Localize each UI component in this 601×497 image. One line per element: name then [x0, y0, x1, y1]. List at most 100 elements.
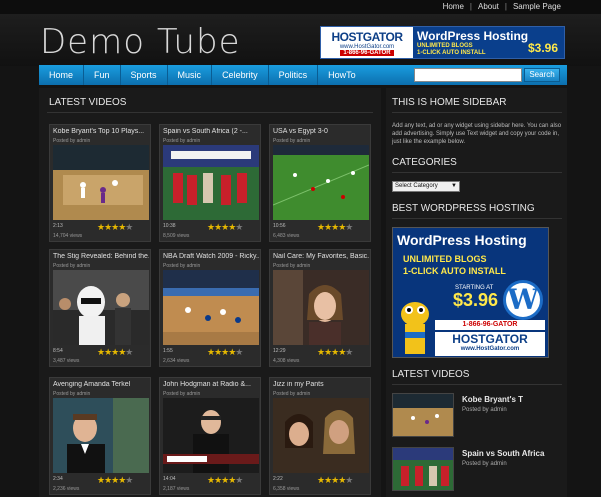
video-duration: 14:04 [163, 476, 176, 482]
hosting-ad-phone: 1-866-96-GATOR [435, 320, 545, 330]
video-views: 4,308 views [273, 358, 300, 364]
video-views: 3,487 views [53, 358, 80, 364]
video-posted-by: Posted by admin [273, 391, 311, 397]
video-thumbnail[interactable] [53, 145, 149, 220]
video-thumbnail[interactable] [53, 398, 149, 473]
separator: | [469, 2, 472, 11]
divider [392, 172, 562, 173]
video-posted-by: Posted by admin [53, 391, 91, 397]
category-select[interactable]: Select Category ▼ [392, 181, 460, 192]
video-posted-by: Posted by admin [53, 263, 91, 269]
header-ad-text-block: WordPress Hosting UNLIMITED BLOGS 1-CLIC… [413, 27, 564, 58]
video-card[interactable]: Nail Care: My Favorites, Basic... Posted… [269, 249, 371, 367]
sidebar-video-title[interactable]: Spain vs South Africa [462, 449, 544, 458]
video-duration: 2:34 [53, 476, 63, 482]
video-views: 6,483 views [273, 233, 300, 239]
top-link-home[interactable]: Home [443, 2, 464, 11]
divider [392, 384, 562, 385]
site-logo[interactable]: Demo Tube [40, 22, 240, 62]
hosting-ad-url: www.HostGator.com [460, 346, 520, 352]
video-duration: 8:54 [53, 348, 63, 354]
video-card[interactable]: Kobe Bryant's Top 10 Plays... Posted by … [49, 124, 151, 242]
video-title[interactable]: Nail Care: My Favorites, Basic... [273, 253, 369, 260]
nav-item-music[interactable]: Music [168, 65, 213, 85]
video-card[interactable]: USA vs Egypt 3-0 Posted by admin 10:56 ★… [269, 124, 371, 242]
video-views: 2,634 views [163, 358, 190, 364]
sidebar-video-thumbnail[interactable] [392, 393, 454, 437]
sidebar-video-title[interactable]: Kobe Bryant's T [462, 395, 523, 404]
divider [392, 112, 562, 113]
sidebar-home-text: Add any text, ad or any widget using sid… [392, 123, 562, 145]
video-title[interactable]: Spain vs South Africa (2 -... [163, 128, 259, 135]
rating-stars: ★★★★★ [317, 475, 353, 485]
video-duration: 12:29 [273, 348, 286, 354]
video-duration: 10:38 [163, 223, 176, 229]
video-posted-by: Posted by admin [163, 391, 201, 397]
video-card[interactable]: Jizz in my Pants Posted by admin 2:22 ★★… [269, 377, 371, 495]
video-views: 2,236 views [53, 486, 80, 492]
top-link-sample-page[interactable]: Sample Page [513, 2, 561, 11]
video-card[interactable]: The Stig Revealed: Behind the... Posted … [49, 249, 151, 367]
sidebar-video-thumbnail[interactable] [392, 447, 454, 491]
sidebar-video-item[interactable]: Spain vs South Africa Posted by admin [392, 447, 562, 493]
sidebar-video-item[interactable]: Kobe Bryant's T Posted by admin [392, 393, 562, 439]
header-ad-brand: HOSTGATOR [331, 29, 403, 44]
nav-item-sports[interactable]: Sports [121, 65, 168, 85]
categories-title: CATEGORIES [392, 157, 457, 168]
hosting-ad-brand: HOSTGATOR [452, 332, 528, 346]
video-card[interactable]: John Hodgman at Radio &... Posted by adm… [159, 377, 261, 495]
main-content: LATEST VIDEOS Kobe Bryant's Top 10 Plays… [39, 88, 381, 497]
video-title[interactable]: Kobe Bryant's Top 10 Plays... [53, 128, 149, 135]
search-input[interactable] [414, 68, 522, 82]
rating-stars: ★★★★★ [97, 475, 133, 485]
sidebar-latest-title: LATEST VIDEOS [392, 369, 470, 380]
video-thumbnail[interactable] [53, 270, 149, 345]
header-ad-banner[interactable]: HOSTGATOR www.HostGator.com 1-866-96-GAT… [320, 26, 565, 59]
hosting-ad-brand-block: HOSTGATOR www.HostGator.com [435, 332, 545, 356]
wordpress-logo-icon: W [503, 280, 543, 320]
video-views: 14,704 views [53, 233, 83, 239]
gator-mascot-icon [401, 302, 429, 354]
nav-item-fun[interactable]: Fun [84, 65, 121, 85]
video-thumbnail[interactable] [163, 145, 259, 220]
search-button[interactable]: Search [524, 68, 560, 82]
top-link-about[interactable]: About [478, 2, 499, 11]
rating-stars: ★★★★★ [207, 475, 243, 485]
video-title[interactable]: The Stig Revealed: Behind the... [53, 253, 149, 260]
nav-item-celebrity[interactable]: Celebrity [212, 65, 269, 85]
video-title[interactable]: Avenging Amanda Terkel [53, 381, 149, 388]
latest-videos-heading: LATEST VIDEOS [49, 97, 127, 108]
sidebar-home-title: THIS IS HOME SIDEBAR [392, 97, 507, 108]
video-thumbnail[interactable] [273, 145, 369, 220]
video-thumbnail[interactable] [163, 270, 259, 345]
video-duration: 2:13 [53, 223, 63, 229]
hosting-title: BEST WORDPRESS HOSTING [392, 203, 535, 214]
video-card[interactable]: Avenging Amanda Terkel Posted by admin 2… [49, 377, 151, 495]
nav-item-politics[interactable]: Politics [269, 65, 319, 85]
nav-item-howto[interactable]: HowTo [318, 65, 366, 85]
hosting-ad[interactable]: WordPress Hosting UNLIMITED BLOGS 1-CLIC… [392, 227, 549, 358]
hosting-ad-line1: UNLIMITED BLOGS [403, 254, 487, 264]
sidebar-video-posted-by: Posted by admin [462, 407, 507, 413]
divider [47, 112, 373, 113]
video-views: 2,187 views [163, 486, 190, 492]
video-title[interactable]: NBA Draft Watch 2009 - Ricky... [163, 253, 259, 260]
rating-stars: ★★★★★ [317, 347, 353, 357]
header-ad-brand-block: HOSTGATOR www.HostGator.com 1-866-96-GAT… [321, 27, 413, 58]
video-thumbnail[interactable] [273, 398, 369, 473]
header-ad-phone: 1-866-96-GATOR [340, 49, 394, 56]
nav-item-home[interactable]: Home [39, 65, 85, 85]
video-card[interactable]: Spain vs South Africa (2 -... Posted by … [159, 124, 261, 242]
video-title[interactable]: USA vs Egypt 3-0 [273, 128, 369, 135]
top-links: Home | About | Sample Page [443, 2, 561, 11]
video-title[interactable]: Jizz in my Pants [273, 381, 369, 388]
video-posted-by: Posted by admin [273, 263, 311, 269]
video-card[interactable]: NBA Draft Watch 2009 - Ricky... Posted b… [159, 249, 261, 367]
rating-stars: ★★★★★ [207, 347, 243, 357]
sidebar: THIS IS HOME SIDEBAR Add any text, ad or… [386, 88, 567, 497]
video-thumbnail[interactable] [273, 270, 369, 345]
video-views: 8,509 views [163, 233, 190, 239]
sidebar-video-posted-by: Posted by admin [462, 461, 507, 467]
video-thumbnail[interactable] [163, 398, 259, 473]
video-title[interactable]: John Hodgman at Radio &... [163, 381, 259, 388]
